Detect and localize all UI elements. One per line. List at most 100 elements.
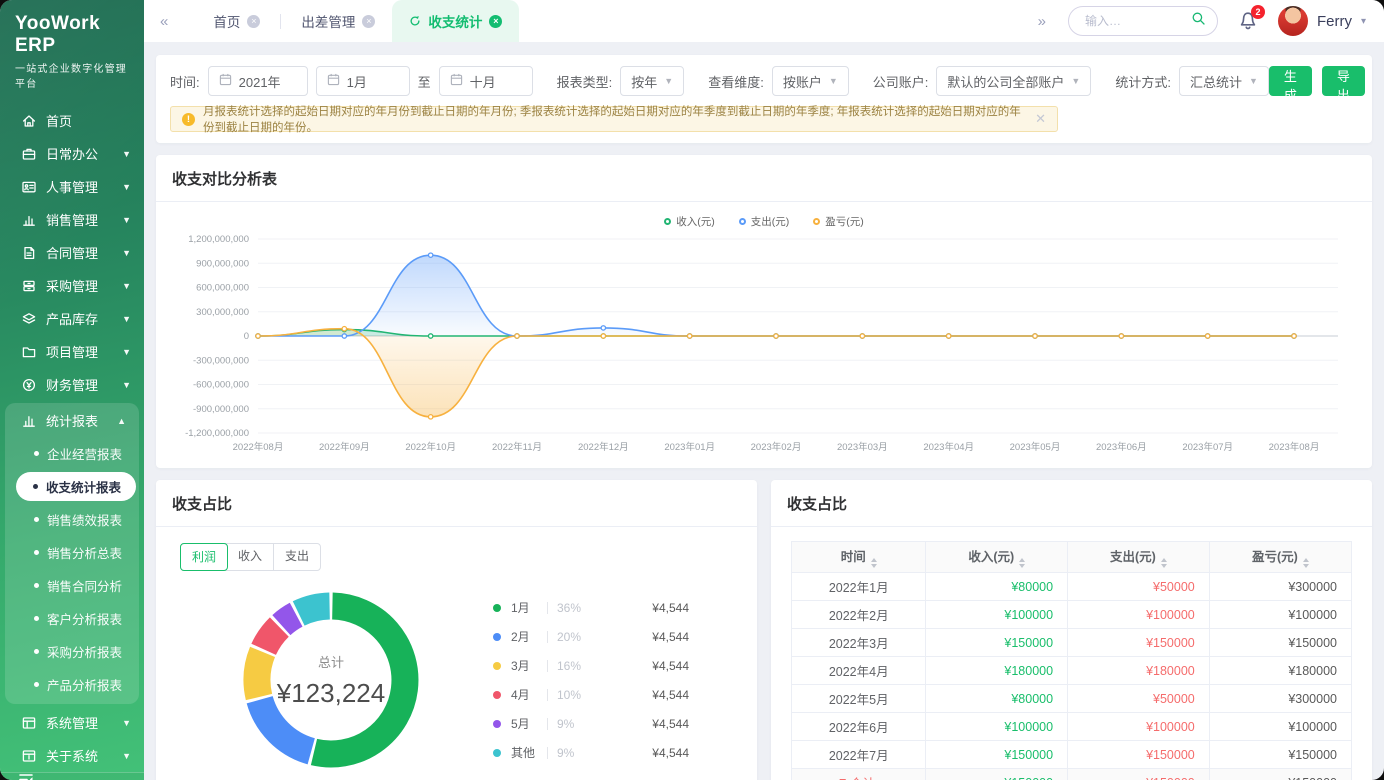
divider [547,689,548,701]
table-row[interactable]: 2022年5月¥80000¥50000¥300000 [792,685,1352,713]
table-cell: 2022年2月 [792,601,926,629]
sidebar-item-office[interactable]: 日常办公▼ [0,137,144,170]
tabs-scroll-right-icon[interactable]: » [1036,13,1048,30]
sidebar-subitem[interactable]: 销售分析总表 [5,536,139,569]
report-type-select[interactable]: 按年 ▼ [620,66,684,96]
svg-text:2023年02月: 2023年02月 [751,441,802,453]
export-report-button[interactable]: 导出报表 [1322,66,1365,96]
table-row[interactable]: 2022年6月¥100000¥100000¥100000 [792,713,1352,741]
income-expense-chart-canvas[interactable]: 1,200,000,000900,000,000600,000,000300,0… [156,229,1372,468]
brand-logo: YooWork ERP 一站式企业数字化管理平台 [0,0,144,90]
column-header[interactable]: 收入(元) [926,542,1068,573]
donut-legend-item[interactable]: 1月36%¥4,544 [493,593,689,622]
divider [547,718,548,730]
generate-report-button[interactable]: 生成报表 [1269,66,1312,96]
sidebar-subitem[interactable]: 产品分析报表 [5,668,139,701]
donut-tab-item[interactable]: 收入 [227,544,274,570]
donut-legend-item[interactable]: 4月10%¥4,544 [493,680,689,709]
donut-flex: 总计 ¥123,224 1月36%¥4,544 2月 20% ¥4,544 3月16%¥… [180,579,733,773]
month-to-picker[interactable]: 十月 [439,66,533,96]
dimension-select[interactable]: 按账户 ▼ [772,66,849,96]
sidebar-item-inventory[interactable]: 产品库存▼ [0,302,144,335]
donut-legend-item[interactable]: 5月9%¥4,544 [493,709,689,738]
sidebar-subitem[interactable]: 销售绩效报表 [5,503,139,536]
month-from-picker[interactable]: 1月 [316,66,410,96]
tab-3[interactable]: 收支统计× [392,0,519,42]
donut-legend-item[interactable]: 2月20%¥4,544 [493,622,689,651]
table-row[interactable]: 2022年4月¥180000¥180000¥180000 [792,657,1352,685]
donut-legend-item[interactable]: 其他9%¥4,544 [493,738,689,767]
tab-2[interactable]: 出差管理× [284,0,392,42]
close-icon[interactable]: × [247,15,260,28]
sort-icon[interactable] [871,558,877,568]
stat-mode-select[interactable]: 汇总统计 ▼ [1179,66,1269,96]
tab-1[interactable]: 首页× [196,0,277,42]
legend-item[interactable]: 支出(元) [739,214,790,229]
sidebar-subitem[interactable]: 采购分析报表 [5,635,139,668]
donut-tab-active[interactable]: 利润 [180,543,228,571]
table-total-row: Σ 合计:¥150000¥150000¥150000 [792,769,1352,780]
column-header[interactable]: 支出(元) [1068,542,1210,573]
column-header[interactable]: 时间 [792,542,926,573]
sidebar-subitem[interactable]: 销售合同分析 [5,569,139,602]
notification-badge: 2 [1251,5,1265,19]
collapse-sidebar-button[interactable] [0,772,144,780]
sidebar-item-stats[interactable]: 统计报表▲ [5,404,139,437]
legend-item[interactable]: 盈亏(元) [813,214,864,229]
donut-tab-group: 利润收入支出 [180,543,321,571]
sidebar-item-about[interactable]: 关于系统▼ [0,739,144,772]
sidebar-item-project[interactable]: 项目管理▼ [0,335,144,368]
filter-row: 时间: 2021年 1月 至 十月 报表类型: [170,66,1358,96]
table-row[interactable]: 2022年1月¥80000¥50000¥300000 [792,573,1352,601]
svg-text:2023年05月: 2023年05月 [1010,441,1061,453]
user-menu[interactable]: Ferry ▾ [1278,6,1366,36]
donut-legend-item[interactable]: 3月16%¥4,544 [493,651,689,680]
chevron-down-icon: ▼ [122,215,131,225]
column-header[interactable]: 盈亏(元) [1209,542,1351,573]
sort-icon[interactable] [1161,558,1167,568]
donut-body: 利润收入支出 总计 ¥123,224 1月36%¥4,544 2月 20% ¥4,54… [156,527,757,773]
donut-chart-canvas[interactable]: 总计 ¥123,224 [238,587,424,773]
donut-ring [238,587,424,778]
donut-tab-item[interactable]: 支出 [274,544,320,570]
table-cell: 2022年1月 [792,573,926,601]
sort-icon[interactable] [1019,558,1025,568]
account-label: 公司账户: [873,72,929,91]
sidebar-item-contract[interactable]: 合同管理▼ [0,236,144,269]
sort-icon[interactable] [1303,558,1309,568]
sidebar-subitem[interactable]: 客户分析报表 [5,602,139,635]
close-icon[interactable]: × [489,15,502,28]
table-row[interactable]: 2022年3月¥150000¥150000¥150000 [792,629,1352,657]
table-cell: ¥150000 [1068,741,1210,769]
search-input[interactable] [1083,13,1191,29]
segment-percent: 20% [557,630,595,644]
sidebar-item-home[interactable]: 首页 [0,104,144,137]
sidebar-item-hr[interactable]: 人事管理▼ [0,170,144,203]
sidebar-item-system[interactable]: 系统管理▼ [0,706,144,739]
bullet-icon [34,583,39,588]
close-icon[interactable]: ✕ [1035,111,1046,127]
tabs-scroll-left-icon[interactable]: « [158,13,170,30]
segment-percent: 36% [557,601,595,615]
sidebar-item-purchase[interactable]: 采购管理▼ [0,269,144,302]
sidebar-item-sales[interactable]: 销售管理▼ [0,203,144,236]
year-picker[interactable]: 2021年 [208,66,308,96]
bullet-icon [34,682,39,687]
sidebar-subitem[interactable]: 收支统计报表 [16,472,136,501]
segment-value: ¥4,544 [652,688,689,702]
tab-bar: « 首页×出差管理×收支统计× » 2 Ferry ▾ [144,0,1384,42]
ratio-donut-card: 收支占比 利润收入支出 总计 ¥123,224 1月36%¥4,5 [156,480,757,780]
table-card-title: 收支占比 [771,480,1372,527]
table-cell: ¥150000 [1209,769,1351,780]
legend-item[interactable]: 收入(元) [664,214,715,229]
notification-bell[interactable]: 2 [1238,11,1258,32]
sidebar-item-finance[interactable]: 财务管理▼ [0,368,144,401]
sidebar-subitem[interactable]: 企业经营报表 [5,437,139,470]
table-row[interactable]: 2022年7月¥150000¥150000¥150000 [792,741,1352,769]
account-select[interactable]: 默认的公司全部账户 ▼ [936,66,1091,96]
search-icon[interactable] [1191,11,1206,31]
segment-label: 2月 [511,628,543,645]
segment-percent: 9% [557,746,595,760]
close-icon[interactable]: × [362,15,375,28]
table-row[interactable]: 2022年2月¥100000¥100000¥100000 [792,601,1352,629]
